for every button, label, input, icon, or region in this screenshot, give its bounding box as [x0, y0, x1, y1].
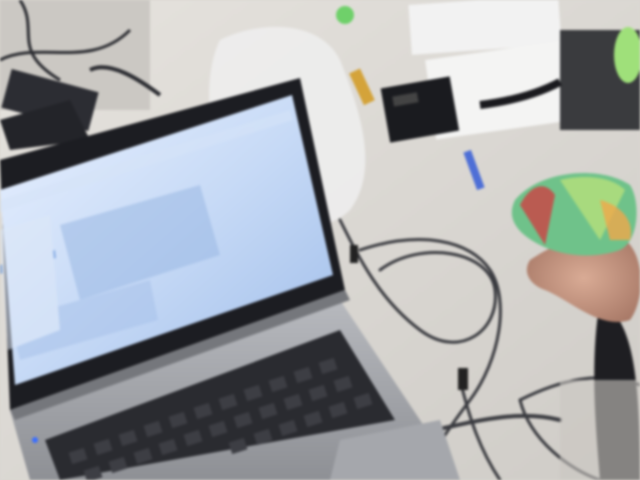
photo-canvas	[0, 0, 640, 480]
photo-scene	[0, 0, 640, 480]
green-cup	[560, 27, 640, 130]
power-led	[32, 437, 38, 443]
desk-shadow	[560, 380, 640, 480]
fidget-spinner	[336, 6, 354, 24]
